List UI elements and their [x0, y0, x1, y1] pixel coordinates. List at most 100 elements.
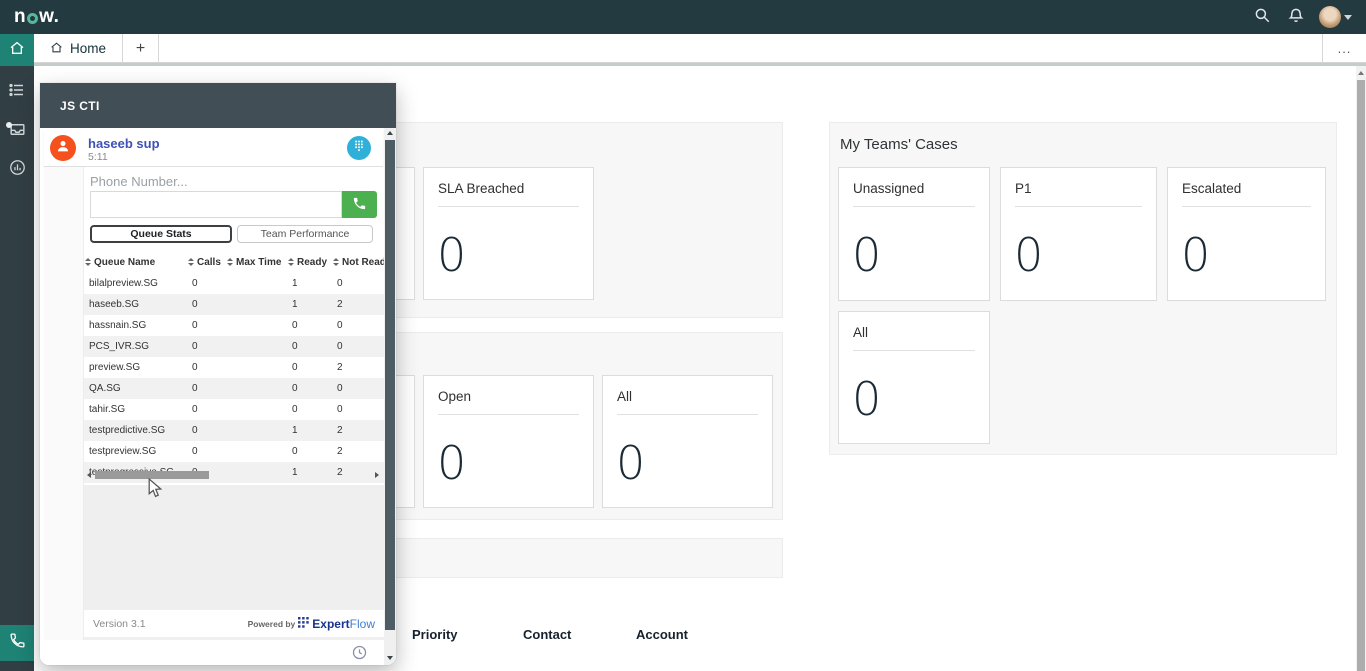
column-header-ready[interactable]: Ready [287, 257, 332, 268]
logo-text-n: n [14, 6, 26, 28]
card-label: All [617, 389, 758, 415]
page-scrollbar[interactable] [1356, 66, 1366, 671]
team-performance-tab[interactable]: Team Performance [237, 225, 373, 243]
card-label: All [853, 325, 975, 351]
table-horizontal-scrollbar[interactable] [84, 470, 384, 480]
cti-footer-bar [40, 640, 384, 665]
column-header-priority[interactable]: Priority [412, 627, 458, 642]
table-row[interactable]: haseeb.SG012 [84, 294, 384, 315]
add-tab-button[interactable]: + [123, 34, 159, 63]
card-teams-all[interactable]: All 0 [838, 311, 990, 444]
more-options-button[interactable]: ... [1322, 34, 1366, 63]
table-row[interactable]: testpredictive.SG012 [84, 420, 384, 441]
chart-circle-icon [8, 158, 27, 182]
card-open[interactable]: Open 0 [423, 375, 594, 508]
card-p1[interactable]: P1 0 [1000, 167, 1157, 301]
js-cti-panel: JS CTI haseeb sup 5:11 [40, 83, 396, 665]
tab-bar: Home + ... [34, 34, 1366, 63]
table-row[interactable]: preview.SG002 [84, 357, 384, 378]
content-divider [34, 63, 1366, 66]
scroll-up-arrow-icon[interactable] [387, 131, 393, 135]
column-header-not-ready[interactable]: Not Ready [332, 257, 384, 268]
powered-by-brand: Powered by ExpertFlow [248, 615, 375, 633]
table-row[interactable]: testpreview.SG002 [84, 441, 384, 462]
table-row[interactable]: tahir.SG000 [84, 399, 384, 420]
vscroll-thumb[interactable] [385, 140, 395, 630]
phone-icon [9, 632, 26, 654]
queue-table-rows: bilalpreview.SG010 haseeb.SG012 hassnain… [84, 273, 384, 483]
column-header-account[interactable]: Account [636, 627, 688, 642]
table-row[interactable]: PCS_IVR.SG000 [84, 336, 384, 357]
widget-footer: Version 3.1 Powered by ExpertFlow [84, 610, 384, 637]
column-header-calls[interactable]: Calls [187, 257, 226, 268]
scrollbar-thumb[interactable] [1357, 80, 1365, 671]
table-row[interactable]: bilalpreview.SG010 [84, 273, 384, 294]
cti-panel-header[interactable]: JS CTI [40, 83, 396, 128]
brand-name: ExpertFlow [312, 615, 375, 633]
card-escalated[interactable]: Escalated 0 [1167, 167, 1326, 301]
notification-dot [6, 122, 12, 128]
agent-header: haseeb sup 5:11 [44, 130, 383, 167]
column-header-contact[interactable]: Contact [523, 627, 571, 642]
card-value: 0 [852, 376, 989, 422]
search-icon [1253, 6, 1271, 29]
history-clock-button[interactable] [351, 644, 368, 661]
column-header-queue-name[interactable]: Queue Name [84, 257, 187, 268]
notifications-button[interactable] [1285, 6, 1307, 28]
card-unassigned[interactable]: Unassigned 0 [838, 167, 990, 301]
card-value: 0 [852, 232, 989, 278]
screen: SLA Breached 0 Open 0 All 0 My Teams' Ca… [0, 0, 1366, 671]
hscroll-thumb[interactable] [95, 471, 209, 479]
version-label: Version 3.1 [93, 618, 146, 630]
widget-content: Phone Number... Queue Stats Team Perform… [84, 167, 384, 640]
home-icon [50, 41, 63, 57]
agent-avatar [50, 135, 76, 161]
card-sla-breached[interactable]: SLA Breached 0 [423, 167, 594, 300]
triangle-up-icon [1358, 71, 1364, 75]
top-header: n w. [0, 0, 1366, 34]
call-button[interactable] [342, 191, 377, 218]
card-value: 0 [1014, 232, 1156, 278]
sidebar-item-cti-phone[interactable] [0, 625, 34, 661]
widget-gutter [44, 167, 84, 640]
expertflow-grid-icon [298, 615, 309, 633]
card-label: Escalated [1182, 181, 1311, 207]
sort-icon [85, 258, 91, 266]
table-row[interactable]: hassnain.SG000 [84, 315, 384, 336]
agent-name: haseeb sup [88, 136, 160, 151]
cti-panel-body: haseeb sup 5:11 Phone Number... [40, 128, 384, 640]
dialpad-button[interactable] [347, 136, 371, 160]
table-row[interactable]: QA.SG000 [84, 378, 384, 399]
sidebar-item-inbox[interactable] [0, 116, 34, 148]
list-icon [8, 81, 26, 104]
avatar [1319, 6, 1341, 28]
column-header-max-time[interactable]: Max Time [226, 257, 287, 268]
cti-panel-title: JS CTI [60, 99, 100, 113]
scrollbar-up-arrow[interactable] [1356, 66, 1366, 79]
user-menu[interactable] [1319, 6, 1352, 28]
card-value: 0 [616, 440, 772, 486]
card-label: Unassigned [853, 181, 975, 207]
sidebar-item-lists[interactable] [0, 76, 34, 108]
queue-stats-tab[interactable]: Queue Stats [90, 225, 232, 243]
scroll-down-arrow-icon[interactable] [387, 656, 393, 660]
phone-icon [352, 196, 367, 214]
cti-vertical-scrollbar[interactable] [384, 128, 396, 665]
phone-number-input[interactable] [90, 191, 342, 218]
tab-home[interactable]: Home [34, 34, 123, 63]
plus-icon: + [136, 40, 145, 58]
sidebar-item-dashboards[interactable] [0, 154, 34, 186]
card-all[interactable]: All 0 [602, 375, 773, 508]
logo-text-w: w. [39, 6, 59, 28]
queue-table-header: Queue Name Calls Max Time Ready Not Read… [84, 251, 384, 273]
scroll-right-arrow-icon[interactable] [375, 472, 379, 478]
team-performance-label: Team Performance [261, 228, 350, 240]
sort-icon [227, 258, 233, 266]
servicenow-logo: n w. [14, 6, 59, 28]
queue-stats-table: Queue Name Calls Max Time Ready Not Read… [84, 251, 384, 483]
search-button[interactable] [1251, 6, 1273, 28]
card-value: 0 [1181, 232, 1325, 278]
sidebar-item-home[interactable] [0, 34, 34, 66]
card-label: Open [438, 389, 579, 415]
scroll-left-arrow-icon[interactable] [87, 472, 91, 478]
